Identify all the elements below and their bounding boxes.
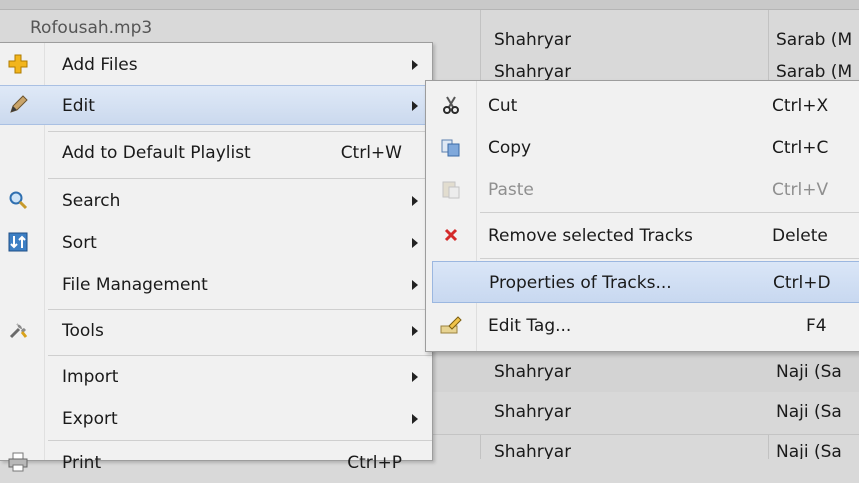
playlist-cell-artist[interactable]: Shahryar [494,432,571,459]
submenu-arrow-icon [412,326,418,336]
menu-item-label: Sort [62,233,97,253]
playlist-cell-artist[interactable]: Shahryar [494,392,571,432]
printer-icon [6,452,30,474]
menu-separator [48,178,432,179]
menu-item-print[interactable]: Print Ctrl+P [0,443,432,483]
menu-item-label: Export [62,409,118,429]
menu-item-edit[interactable]: Edit [0,85,432,125]
submenu-item-shortcut: Delete [772,226,828,246]
menu-separator [48,309,432,310]
submenu-item-cut[interactable]: Cut Ctrl+X [426,85,859,127]
submenu-item-shortcut: Ctrl+C [772,138,829,158]
submenu-item-shortcut: Ctrl+X [772,96,829,116]
submenu-item-edit-tag[interactable]: Edit Tag... F4 [426,305,859,347]
menu-item-export[interactable]: Export [0,399,432,439]
submenu-item-paste[interactable]: Paste Ctrl+V [426,169,859,211]
menu-item-add-files[interactable]: Add Files [0,45,432,85]
copy-icon [440,137,462,159]
menu-item-label: Print [62,453,102,473]
pencil-icon [6,95,30,117]
submenu-arrow-icon [412,280,418,290]
menu-item-label: Edit [62,96,95,116]
menu-item-tools[interactable]: Tools [0,311,432,351]
menu-item-label: Add Files [62,55,138,75]
paste-icon [440,179,462,201]
submenu-arrow-icon [412,372,418,382]
submenu-item-label: Properties of Tracks... [489,273,672,293]
menu-item-file-management[interactable]: File Management [0,265,432,305]
menu-item-label: Add to Default Playlist [62,143,251,163]
menu-item-add-to-default-playlist[interactable]: Add to Default Playlist Ctrl+W [0,133,432,173]
submenu-item-shortcut: Ctrl+D [773,273,831,293]
submenu-arrow-icon [412,238,418,248]
submenu-separator [480,258,859,259]
search-icon [6,190,30,212]
menu-item-import[interactable]: Import [0,357,432,397]
submenu-item-shortcut: Ctrl+V [772,180,829,200]
menu-separator [48,355,432,356]
menu-item-label: Search [62,191,121,211]
playlist-header [0,0,859,10]
submenu-item-label: Remove selected Tracks [488,226,693,246]
playlist-cell-album[interactable]: Naji (Sa [776,352,859,392]
submenu-item-label: Paste [488,180,534,200]
menu-item-search[interactable]: Search [0,181,432,221]
submenu-item-label: Cut [488,96,518,116]
submenu-arrow-icon [412,414,418,424]
submenu-item-properties-of-tracks[interactable]: Properties of Tracks... Ctrl+D [432,261,859,303]
submenu-item-copy[interactable]: Copy Ctrl+C [426,127,859,169]
playlist-cell-title: Rofousah.mp3 [30,18,153,38]
context-menu: Add Files Edit Add to Default Playlist C… [0,42,433,473]
menu-separator [48,131,432,132]
submenu-arrow-icon [412,60,418,70]
plus-icon [6,54,30,76]
submenu-item-remove-selected-tracks[interactable]: Remove selected Tracks Delete [426,215,859,257]
submenu-item-label: Copy [488,138,532,158]
menu-item-label: File Management [62,275,208,295]
scissors-icon [440,95,462,117]
playlist-cell-artist[interactable]: Shahryar [494,352,571,392]
submenu-item-label: Edit Tag... [488,316,572,336]
submenu-arrow-icon [412,101,418,111]
menu-item-shortcut: Ctrl+P [347,453,402,473]
submenu-arrow-icon [412,196,418,206]
playlist-cell-album[interactable]: Sarab (M [776,20,859,60]
menu-item-sort[interactable]: Sort [0,223,432,263]
sort-icon [6,232,30,254]
menu-item-label: Import [62,367,119,387]
edit-submenu: Cut Ctrl+X Copy Ctrl+C Paste Ctrl+V Remo… [425,80,859,352]
menu-separator [48,440,432,441]
submenu-item-shortcut: F4 [806,316,827,336]
tools-icon [6,320,30,342]
menu-item-shortcut: Ctrl+W [340,143,402,163]
playlist-cell-album[interactable]: Naji (Sa [776,392,859,432]
menu-item-label: Tools [62,321,104,341]
playlist-cell-album[interactable]: Naji (Sa [776,432,859,459]
remove-icon [440,225,462,247]
playlist-cell-artist[interactable]: Shahryar [494,20,571,60]
submenu-separator [480,212,859,213]
edit-tag-icon [440,315,462,337]
